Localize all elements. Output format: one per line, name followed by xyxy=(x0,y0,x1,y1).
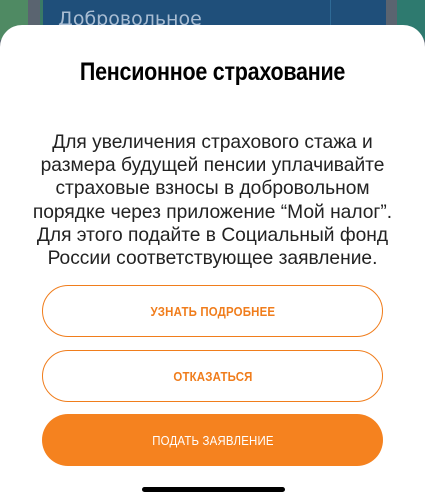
dialog-title: Пенсионное страхование xyxy=(79,58,346,86)
learn-more-button-label: УЗНАТЬ ПОДРОБНЕЕ xyxy=(150,303,275,319)
dialog-description: Для увеличения страхового стажа и размер… xyxy=(32,132,393,270)
decline-button[interactable]: ОТКАЗАТЬСЯ xyxy=(42,350,383,402)
learn-more-button[interactable]: УЗНАТЬ ПОДРОБНЕЕ xyxy=(42,285,383,337)
submit-application-button-label: ПОДАТЬ ЗАЯВЛЕНИЕ xyxy=(151,432,274,448)
bottom-sheet-dialog: Пенсионное страхование Для увеличения ст… xyxy=(0,25,425,500)
home-indicator[interactable] xyxy=(142,487,285,492)
decline-button-label: ОТКАЗАТЬСЯ xyxy=(172,368,253,384)
submit-application-button[interactable]: ПОДАТЬ ЗАЯВЛЕНИЕ xyxy=(42,414,383,466)
